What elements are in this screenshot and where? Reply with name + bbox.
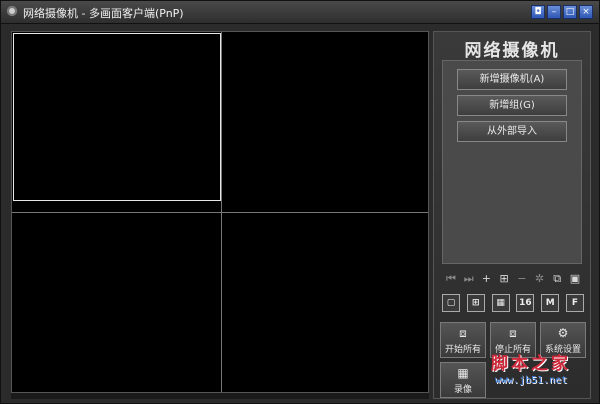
save-icon[interactable]: ▣ xyxy=(568,272,582,286)
video-cell-3[interactable] xyxy=(13,213,221,383)
last-icon[interactable]: ⏭ xyxy=(462,272,476,286)
grid-divider-horizontal xyxy=(12,212,428,213)
minimize-icon[interactable]: – xyxy=(547,5,561,19)
title-bar[interactable]: 网络摄像机 - 多画面客户端(PnP) ◘ – □ × xyxy=(1,1,599,24)
close-icon[interactable]: × xyxy=(579,5,593,19)
video-grid xyxy=(11,31,429,393)
layout-4-icon[interactable]: ⊞ xyxy=(466,294,485,312)
action-grid: ⧈ 开始所有 ⧈ 停止所有 ⚙ 系统设置 ▦ 录像 xyxy=(440,322,586,398)
layout-1-icon[interactable]: ▢ xyxy=(442,294,460,312)
add-group-icon[interactable]: ⊞ xyxy=(497,272,511,286)
layout-m-icon[interactable]: M xyxy=(541,294,560,312)
record-button[interactable]: ▦ 录像 xyxy=(440,362,486,398)
stop-all-button[interactable]: ⧈ 停止所有 xyxy=(490,322,536,358)
restore-icon[interactable]: ◘ xyxy=(531,5,545,19)
settings-icon[interactable]: ✲ xyxy=(533,272,547,286)
device-list[interactable]: 新增摄像机(A) 新增组(G) 从外部导入 xyxy=(442,60,582,264)
window-title: 网络摄像机 - 多画面客户端(PnP) xyxy=(23,7,184,20)
maximize-icon[interactable]: □ xyxy=(563,5,577,19)
export-icon[interactable]: ⧉ xyxy=(550,272,564,286)
window-controls: ◘ – □ × xyxy=(531,5,593,19)
video-cell-2[interactable] xyxy=(222,33,428,201)
stop-all-icon: ⧈ xyxy=(509,326,517,340)
start-all-button[interactable]: ⧈ 开始所有 xyxy=(440,322,486,358)
panel-title: 网络摄像机 xyxy=(464,41,560,61)
layout-f-icon[interactable]: F xyxy=(565,294,584,312)
app-window: 网络摄像机 - 多画面客户端(PnP) ◘ – □ × 网络摄像机 新增摄像机(… xyxy=(0,0,600,404)
layout-selector: ▢ ⊞ ▦ 16 M F xyxy=(442,294,584,312)
record-label: 录像 xyxy=(453,385,472,395)
video-cell-1-selected[interactable] xyxy=(13,33,221,201)
camera-app-icon xyxy=(7,6,17,16)
record-icon: ▦ xyxy=(457,366,469,380)
control-panel: 网络摄像机 新增摄像机(A) 新增组(G) 从外部导入 ⏮ ⏭ + ⊞ − ✲ … xyxy=(433,31,591,399)
import-button[interactable]: 从外部导入 xyxy=(457,121,567,142)
add-camera-button[interactable]: 新增摄像机(A) xyxy=(457,69,567,90)
video-cell-4[interactable] xyxy=(222,213,428,383)
system-settings-button[interactable]: ⚙ 系统设置 xyxy=(540,322,586,358)
gear-icon: ⚙ xyxy=(557,326,569,340)
start-all-icon: ⧈ xyxy=(459,326,467,340)
list-toolbar: ⏮ ⏭ + ⊞ − ✲ ⧉ ▣ xyxy=(444,272,582,286)
status-strip xyxy=(11,393,429,399)
layout-16-icon[interactable]: 16 xyxy=(516,294,535,312)
add-icon[interactable]: + xyxy=(479,272,493,286)
start-all-label: 开始所有 xyxy=(444,345,481,355)
add-group-button[interactable]: 新增组(G) xyxy=(457,95,567,116)
system-settings-label: 系统设置 xyxy=(544,345,581,355)
stop-all-label: 停止所有 xyxy=(494,345,531,355)
remove-icon[interactable]: − xyxy=(515,272,529,286)
first-icon[interactable]: ⏮ xyxy=(444,272,458,286)
layout-9-icon[interactable]: ▦ xyxy=(491,294,510,312)
